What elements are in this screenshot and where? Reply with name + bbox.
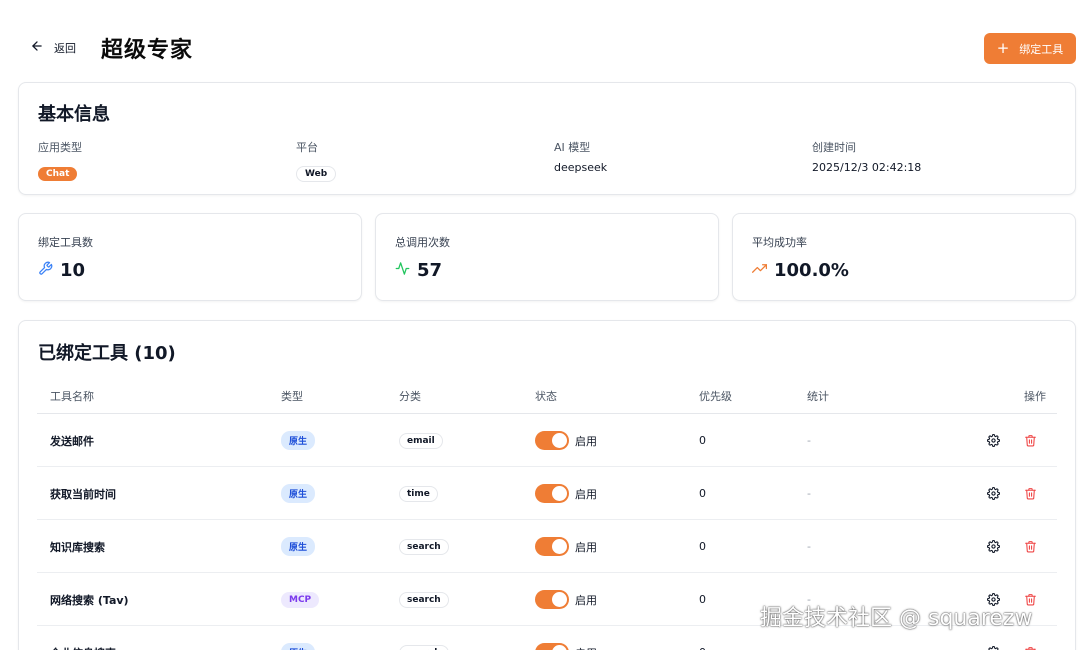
- status-label: 启用: [575, 487, 597, 501]
- column-header: 工具名称: [50, 390, 94, 403]
- stat-value: 10: [60, 260, 86, 281]
- page-title: 超级专家: [101, 38, 194, 63]
- tool-type-badge: 原生: [281, 537, 316, 556]
- trash-icon[interactable]: [1022, 645, 1038, 650]
- status-toggle[interactable]: [535, 484, 569, 503]
- stats-value: -: [807, 646, 811, 650]
- stat-value: 100.0%: [774, 260, 849, 281]
- status-label: 启用: [575, 434, 597, 448]
- tool-type-badge: 原生: [281, 643, 316, 650]
- stats-value: -: [807, 540, 811, 553]
- trash-icon[interactable]: [1022, 433, 1038, 449]
- status-label: 启用: [575, 645, 597, 650]
- status-toggle[interactable]: [535, 643, 569, 650]
- status-label: 启用: [575, 593, 597, 607]
- priority-value: 0: [699, 487, 706, 500]
- ai-model-field: AI 模型 deepseek: [554, 139, 607, 174]
- tool-category-badge: email: [399, 432, 443, 449]
- trash-icon[interactable]: [1022, 486, 1038, 502]
- platform-label: 平台: [296, 141, 318, 154]
- tool-name: 知识库搜索: [50, 540, 105, 554]
- basic-info-title: 基本信息: [38, 104, 110, 125]
- watermark: 掘金技术社区 @ squarezw: [760, 606, 1033, 631]
- stats-value: -: [807, 487, 811, 500]
- status-label: 启用: [575, 540, 597, 554]
- stat-card-total-calls: 总调用次数 57: [375, 213, 719, 301]
- gear-icon[interactable]: [985, 539, 1001, 555]
- app-type-field: 应用类型 Chat: [38, 139, 82, 181]
- arrow-left-icon: [30, 38, 44, 57]
- tool-name: 获取当前时间: [50, 487, 116, 501]
- platform-field: 平台 Web: [296, 139, 337, 182]
- bind-tool-button[interactable]: + 绑定工具: [984, 33, 1076, 64]
- status-toggle[interactable]: [535, 590, 569, 609]
- tool-category-badge: time: [399, 485, 438, 502]
- gear-icon[interactable]: [985, 645, 1001, 650]
- column-header: 优先级: [699, 390, 732, 403]
- priority-value: 0: [699, 540, 706, 553]
- created-time-label: 创建时间: [812, 141, 856, 154]
- status-toggle[interactable]: [535, 537, 569, 556]
- bind-tool-label: 绑定工具: [1019, 42, 1064, 56]
- priority-value: 0: [699, 593, 706, 606]
- created-time-value: 2025/12/3 02:42:18: [812, 161, 922, 174]
- app-type-badge: Chat: [38, 167, 78, 181]
- tool-category-badge: search: [399, 538, 449, 555]
- table-header: 工具名称 类型 分类 状态 优先级 统计 操作: [37, 379, 1057, 414]
- trending-up-icon: [752, 261, 767, 280]
- tool-type-badge: 原生: [281, 484, 316, 503]
- tool-type-badge: 原生: [281, 431, 316, 450]
- stat-label: 平均成功率: [752, 236, 807, 249]
- table-row: 发送邮件 原生 email 启用 0 -: [37, 414, 1057, 467]
- stat-value: 57: [417, 260, 443, 281]
- tool-name: 网络搜索 (Tav): [50, 593, 129, 607]
- column-header: 状态: [535, 390, 557, 403]
- stats-value: -: [807, 434, 811, 447]
- stat-label: 绑定工具数: [38, 236, 93, 249]
- top-bar: 返回 超级专家 + 绑定工具: [0, 0, 1080, 82]
- column-header: 类型: [281, 390, 303, 403]
- created-time-field: 创建时间 2025/12/3 02:42:18: [812, 139, 921, 174]
- gear-icon[interactable]: [985, 433, 1001, 449]
- back-label: 返回: [54, 41, 76, 55]
- app-type-label: 应用类型: [38, 141, 82, 154]
- tool-category-badge: search: [399, 591, 449, 608]
- stat-label: 总调用次数: [395, 236, 450, 249]
- tool-name: 发送邮件: [50, 434, 94, 448]
- table-row: 获取当前时间 原生 time 启用 0 -: [37, 467, 1057, 520]
- column-header: 分类: [399, 390, 421, 403]
- priority-value: 0: [699, 434, 706, 447]
- gear-icon[interactable]: [985, 486, 1001, 502]
- trash-icon[interactable]: [1022, 539, 1038, 555]
- tool-name: 企业信息搜索: [50, 645, 116, 650]
- column-header: 操作: [1024, 390, 1046, 403]
- bound-tools-title: 已绑定工具 (10): [38, 343, 176, 364]
- stat-card-success-rate: 平均成功率 100.0%: [732, 213, 1076, 301]
- status-toggle[interactable]: [535, 431, 569, 450]
- column-header: 统计: [807, 390, 829, 403]
- priority-value: 0: [699, 646, 706, 650]
- plus-icon: +: [996, 39, 1010, 57]
- tool-category-badge: search: [399, 644, 449, 650]
- back-button[interactable]: 返回: [30, 38, 76, 57]
- ai-model-label: AI 模型: [554, 141, 591, 154]
- table-row: 知识库搜索 原生 search 启用 0 -: [37, 520, 1057, 573]
- stat-card-bound-tools: 绑定工具数 10: [18, 213, 362, 301]
- ai-model-value: deepseek: [554, 161, 608, 174]
- activity-icon: [395, 261, 410, 280]
- wrench-icon: [38, 261, 53, 280]
- platform-badge: Web: [296, 166, 337, 182]
- tool-type-badge: MCP: [281, 591, 320, 608]
- basic-info-card: 基本信息 应用类型 Chat 平台 Web AI 模型 deepseek 创建时…: [18, 82, 1076, 195]
